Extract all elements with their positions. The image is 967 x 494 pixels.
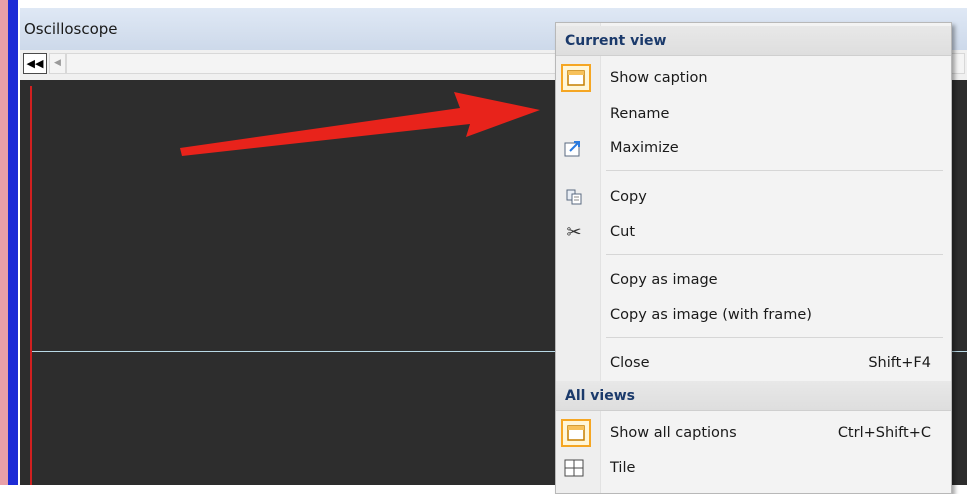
menu-item-label: Copy as image (with frame)	[610, 307, 812, 323]
menu-separator	[606, 337, 943, 338]
menu-item-cut[interactable]: ✂ Cut	[556, 215, 951, 249]
menu-item-tile[interactable]: Tile	[556, 451, 951, 485]
menu-item-copy-as-image[interactable]: Copy as image	[556, 263, 951, 297]
copy-icon	[561, 185, 587, 209]
scroll-left-button[interactable]: ◀	[49, 53, 66, 74]
maximize-icon	[561, 136, 587, 160]
menu-item-show-all-captions[interactable]: Show all captions Ctrl+Shift+C	[556, 416, 951, 450]
menu-item-shortcut: Ctrl+Shift+C	[837, 425, 931, 441]
scroll-to-start-button[interactable]: ◀◀	[23, 53, 47, 74]
menu-item-label: Maximize	[610, 140, 679, 156]
scope-cursor-line	[30, 86, 32, 485]
menu-item-label: Cut	[610, 224, 635, 240]
left-blue-border	[8, 0, 18, 485]
section-header-current-view: Current view	[556, 26, 951, 56]
tile-icon	[561, 456, 587, 480]
show-all-captions-icon	[561, 419, 591, 447]
menu-item-show-caption[interactable]: Show caption	[556, 61, 951, 95]
cut-icon: ✂	[566, 221, 582, 243]
menu-item-label: Close	[610, 355, 650, 371]
menu-item-maximize[interactable]: Maximize	[556, 131, 951, 165]
section-header-all-views: All views	[556, 381, 951, 411]
menu-item-close[interactable]: Close Shift+F4	[556, 346, 951, 380]
menu-item-label: Tile	[610, 460, 636, 476]
window-title: Oscilloscope	[24, 20, 118, 38]
menu-item-copy[interactable]: Copy	[556, 180, 951, 214]
context-menu: Current view Show caption Rename Maximiz…	[555, 22, 952, 494]
menu-item-label: Show caption	[610, 70, 708, 86]
annotation-arrow-icon	[180, 92, 540, 156]
menu-separator	[606, 170, 943, 171]
show-caption-icon	[561, 64, 591, 92]
menu-item-shortcut: Shift+F4	[868, 355, 931, 371]
menu-item-copy-as-image-with-frame[interactable]: Copy as image (with frame)	[556, 298, 951, 332]
menu-item-label: Show all captions	[610, 425, 737, 441]
menu-separator	[606, 254, 943, 255]
menu-item-label: Copy	[610, 189, 647, 205]
left-pink-border	[0, 0, 8, 485]
menu-item-rename[interactable]: Rename	[556, 97, 951, 131]
menu-item-label: Rename	[610, 106, 670, 122]
menu-item-label: Copy as image	[610, 272, 718, 288]
